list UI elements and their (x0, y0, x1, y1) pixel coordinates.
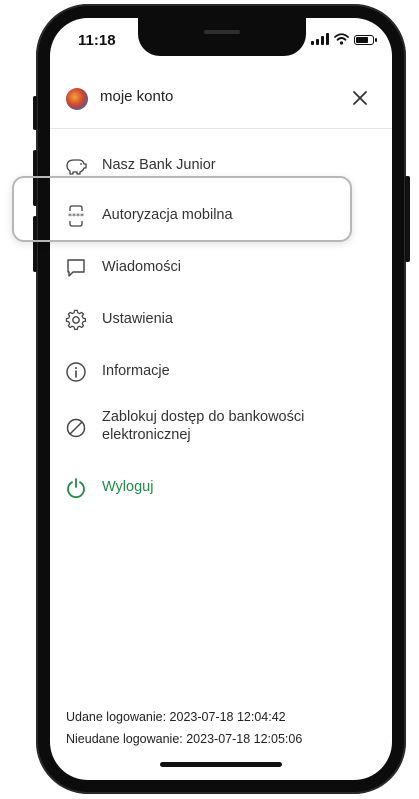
close-button[interactable] (346, 84, 374, 112)
menu-item-label-line-1: Zablokuj dostęp do bankowości (102, 409, 305, 425)
info-icon (64, 360, 88, 384)
menu-item-zablokuj-dostep[interactable]: Zablokuj dostęp do bankowości elektronic… (50, 404, 392, 450)
side-button-left-1 (33, 96, 37, 130)
last-login-text: Udane logowanie: 2023-07-18 12:04:42 (66, 710, 286, 724)
menu-item-wyloguj[interactable]: Wyloguj (50, 468, 392, 508)
menu-item-label: Wyloguj (102, 479, 154, 495)
menu-item-ustawienia[interactable]: Ustawienia (50, 300, 392, 340)
menu-item-wiadomosci[interactable]: Wiadomości (50, 248, 392, 288)
menu-item-informacje[interactable]: Informacje (50, 352, 392, 392)
message-icon (64, 256, 88, 280)
menu-item-label: Wiadomości (102, 259, 181, 275)
menu-header: moje konto (50, 74, 392, 124)
signal-icon (311, 33, 329, 45)
gear-icon (64, 308, 88, 332)
menu-item-label-line-2: elektronicznej (102, 427, 191, 443)
notch (138, 18, 306, 56)
phone-screen: 11:18 moje konto Nasz Bank Junior **** A… (50, 18, 392, 780)
menu-item-label: Informacje (102, 363, 170, 379)
speaker-grill (204, 30, 240, 34)
login-info: Udane logowanie: 2023-07-18 12:04:42 Nie… (66, 706, 302, 750)
wifi-icon (334, 33, 349, 45)
menu-item-label: Nasz Bank Junior (102, 157, 216, 173)
close-icon (353, 91, 367, 105)
power-icon (64, 476, 88, 500)
avatar (66, 88, 88, 110)
home-indicator[interactable] (160, 762, 282, 767)
block-icon (64, 416, 88, 440)
side-button-right (405, 176, 410, 262)
highlight-frame (12, 176, 352, 242)
menu-item-label: Ustawienia (102, 311, 173, 327)
header-title: moje konto (100, 88, 174, 105)
failed-login-text: Nieudane logowanie: 2023-07-18 12:05:06 (66, 732, 303, 746)
status-icons (311, 33, 377, 45)
header-divider (50, 128, 392, 129)
menu-item-label: Zablokuj dostęp do bankowości elektronic… (102, 408, 304, 444)
battery-icon (354, 35, 377, 45)
status-time: 11:18 (78, 32, 116, 49)
piggy-bank-icon (64, 154, 88, 178)
